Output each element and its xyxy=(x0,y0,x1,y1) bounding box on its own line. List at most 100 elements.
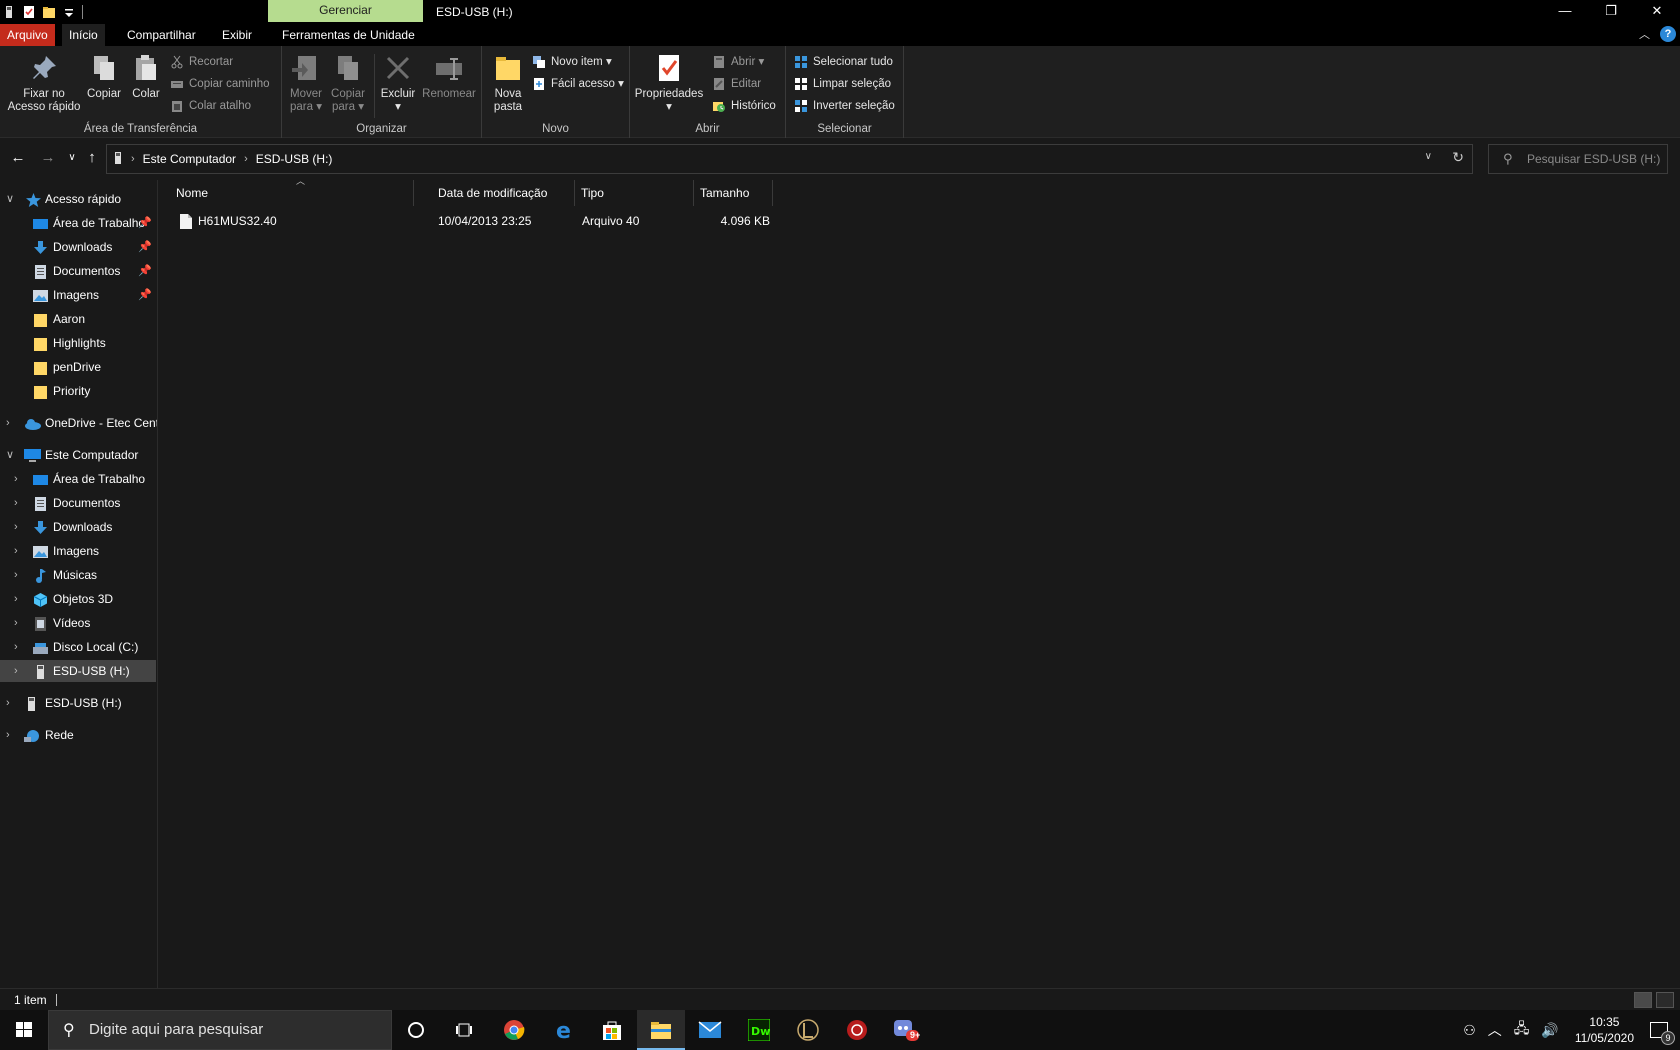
select-all-button[interactable]: Selecionar tudo xyxy=(794,52,893,72)
sidebar-item-pc-downloads[interactable]: › Downloads xyxy=(0,516,156,538)
contextual-tab-manage[interactable]: Gerenciar xyxy=(268,0,423,22)
copy-to-button[interactable]: Copiar para ▾ xyxy=(328,52,368,114)
delete-button[interactable]: Excluir ▾ xyxy=(378,52,418,114)
help-icon[interactable]: ? xyxy=(1660,26,1676,42)
start-button[interactable] xyxy=(0,1010,48,1050)
recent-locations-chevron-icon[interactable]: ∨ xyxy=(62,148,82,168)
dreamweaver-icon[interactable]: Dw xyxy=(735,1010,783,1050)
sidebar-item-pc-music[interactable]: › Músicas xyxy=(0,564,156,586)
copy-path-button[interactable]: Copiar caminho xyxy=(170,74,270,94)
sidebar-item-pc-documents[interactable]: › Documentos xyxy=(0,492,156,514)
sidebar-item-pc-usb[interactable]: › ESD-USB (H:) xyxy=(0,660,156,682)
up-arrow-icon[interactable]: ↑ xyxy=(82,148,102,168)
file-row[interactable]: H61MUS32.40 10/04/2013 23:25 Arquivo 40 … xyxy=(158,210,770,232)
volume-icon[interactable]: 🔊 xyxy=(1541,1022,1558,1039)
breadcrumb-usb[interactable]: ESD-USB (H:) xyxy=(256,152,333,166)
sidebar-item-pc-videos[interactable]: › Vídeos xyxy=(0,612,156,634)
open-button[interactable]: Abrir ▾ xyxy=(712,52,764,72)
cut-button[interactable]: Recortar xyxy=(170,52,233,72)
expand-chevron-icon[interactable]: ∨ xyxy=(6,444,14,466)
tab-file[interactable]: Arquivo xyxy=(0,24,55,46)
sidebar-item-documents[interactable]: Documentos 📌 xyxy=(0,260,156,282)
sidebar-item-pendrive[interactable]: penDrive xyxy=(0,356,156,378)
large-icons-view-icon[interactable] xyxy=(1656,992,1674,1008)
minimize-button[interactable]: — xyxy=(1542,0,1588,22)
new-item-button[interactable]: Novo item ▾ xyxy=(532,52,612,72)
sidebar-item-pc-desktop[interactable]: › Área de Trabalho xyxy=(0,468,156,490)
breadcrumb-this-pc[interactable]: Este Computador xyxy=(143,152,236,166)
cortana-icon[interactable] xyxy=(392,1010,440,1050)
expand-chevron-icon[interactable]: › xyxy=(14,660,18,682)
mail-icon[interactable] xyxy=(686,1010,734,1050)
action-center-icon[interactable]: 9 xyxy=(1650,1022,1675,1045)
clock[interactable]: 10:35 11/05/2020 xyxy=(1575,1014,1634,1046)
store-icon[interactable] xyxy=(588,1010,636,1050)
tab-view[interactable]: Exibir xyxy=(215,24,259,46)
sidebar-item-usb[interactable]: › ESD-USB (H:) xyxy=(0,692,156,714)
expand-chevron-icon[interactable]: › xyxy=(14,588,18,610)
column-header-size[interactable]: Tamanho xyxy=(694,180,773,206)
properties-icon[interactable] xyxy=(22,5,36,19)
breadcrumb-chevron-icon[interactable]: › xyxy=(244,153,248,165)
tab-share[interactable]: Compartilhar xyxy=(120,24,203,46)
tab-home[interactable]: Início xyxy=(62,24,105,46)
discord-icon[interactable]: 9+ xyxy=(882,1010,930,1050)
network-icon[interactable]: 🖧 xyxy=(1514,1018,1530,1042)
sidebar-item-quick-access[interactable]: ∨ Acesso rápido xyxy=(0,188,156,210)
expand-chevron-icon[interactable]: › xyxy=(14,564,18,586)
expand-chevron-icon[interactable]: › xyxy=(6,692,10,714)
sidebar-item-downloads[interactable]: Downloads 📌 xyxy=(0,236,156,258)
move-to-button[interactable]: Mover para ▾ xyxy=(286,52,326,114)
taskbar-search-input[interactable]: ⚲ Digite aqui para pesquisar xyxy=(48,1010,392,1050)
sidebar-item-aaron[interactable]: Aaron xyxy=(0,308,156,330)
column-header-type[interactable]: Tipo xyxy=(575,180,694,206)
easy-access-button[interactable]: Fácil acesso ▾ xyxy=(532,74,624,94)
back-arrow-icon[interactable]: ← xyxy=(8,148,28,168)
sidebar-item-pictures[interactable]: Imagens 📌 xyxy=(0,284,156,306)
paste-shortcut-button[interactable]: Colar atalho xyxy=(170,96,251,116)
expand-chevron-icon[interactable]: ∨ xyxy=(6,188,14,210)
copy-button[interactable]: Copiar xyxy=(84,52,124,101)
sidebar-item-onedrive[interactable]: › OneDrive - Etec Cent xyxy=(0,412,157,434)
show-hidden-icons-chevron-icon[interactable]: ︿ xyxy=(1488,1020,1502,1040)
pin-quick-access-button[interactable]: Fixar no Acesso rápido xyxy=(6,52,82,114)
sidebar-item-pc-pictures[interactable]: › Imagens xyxy=(0,540,156,562)
collapse-ribbon-icon[interactable]: ︿ xyxy=(1639,26,1650,42)
address-dropdown-icon[interactable]: ∨ xyxy=(1425,151,1432,162)
select-none-button[interactable]: Limpar seleção xyxy=(794,74,891,94)
sidebar-item-network[interactable]: › Rede xyxy=(0,724,156,746)
expand-chevron-icon[interactable]: › xyxy=(14,516,18,538)
drive-icon[interactable] xyxy=(2,5,16,19)
people-icon[interactable]: ⚇ xyxy=(1463,1022,1476,1039)
restore-button[interactable]: ❐ xyxy=(1588,0,1634,22)
history-button[interactable]: Histórico xyxy=(712,96,776,116)
edit-button[interactable]: Editar xyxy=(712,74,761,94)
game-app-icon[interactable] xyxy=(833,1010,881,1050)
sidebar-item-pc-local-disk[interactable]: › Disco Local (C:) xyxy=(0,636,156,658)
expand-chevron-icon[interactable]: › xyxy=(6,724,10,746)
forward-arrow-icon[interactable]: → xyxy=(38,148,58,168)
column-header-modified[interactable]: Data de modificação xyxy=(432,180,575,206)
close-button[interactable]: ✕ xyxy=(1634,0,1680,22)
expand-chevron-icon[interactable]: › xyxy=(14,636,18,658)
tab-drive-tools[interactable]: Ferramentas de Unidade xyxy=(275,24,422,46)
rename-button[interactable]: Renomear xyxy=(420,52,478,101)
task-view-icon[interactable] xyxy=(440,1010,488,1050)
league-of-legends-icon[interactable] xyxy=(784,1010,832,1050)
column-header-name[interactable]: Nome xyxy=(170,180,414,206)
properties-button[interactable]: Propriedades ▾ xyxy=(634,52,704,114)
sidebar-item-desktop[interactable]: Área de Trabalho 📌 xyxy=(0,212,156,234)
chrome-icon[interactable] xyxy=(490,1010,538,1050)
refresh-icon[interactable]: ↻ xyxy=(1452,149,1464,166)
new-folder-button[interactable]: Nova pasta xyxy=(488,52,528,114)
customize-qat-icon[interactable] xyxy=(62,5,76,19)
address-bar[interactable]: › Este Computador › ESD-USB (H:) ∨ ↻ xyxy=(106,144,1473,174)
expand-chevron-icon[interactable]: › xyxy=(6,412,10,434)
edge-icon[interactable]: e xyxy=(540,1010,588,1050)
paste-button[interactable]: Colar xyxy=(126,52,166,101)
file-explorer-icon[interactable] xyxy=(637,1010,685,1050)
invert-selection-button[interactable]: Inverter seleção xyxy=(794,96,895,116)
expand-chevron-icon[interactable]: › xyxy=(14,492,18,514)
new-folder-icon[interactable] xyxy=(42,5,56,19)
sidebar-item-priority[interactable]: Priority xyxy=(0,380,156,402)
